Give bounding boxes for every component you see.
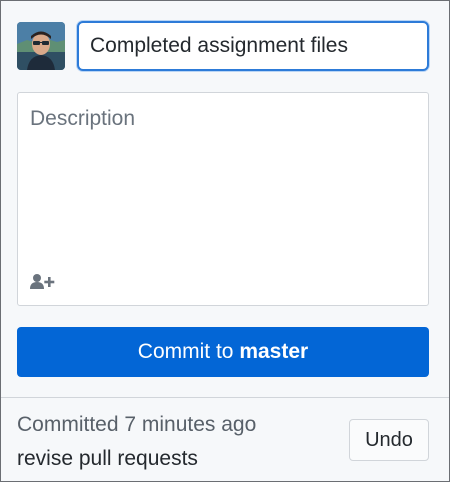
last-commit-status: Committed 7 minutes ago — [17, 413, 257, 436]
commit-summary-input[interactable]: Completed assignment files — [77, 21, 429, 71]
commit-description-field[interactable]: Description — [17, 92, 429, 306]
user-avatar — [17, 22, 65, 70]
last-commit-message: revise pull requests — [17, 447, 198, 470]
undo-button[interactable]: Undo — [349, 419, 429, 461]
commit-branch-name: master — [239, 340, 309, 363]
add-coauthor-icon[interactable] — [30, 273, 56, 291]
description-placeholder: Description — [30, 107, 136, 130]
commit-form: Completed assignment files Description C… — [1, 1, 449, 397]
avatar-image — [17, 22, 65, 70]
commit-summary-text: Completed assignment files — [90, 34, 348, 57]
commit-button[interactable]: Commit to master — [17, 327, 429, 377]
last-commit-section: Committed 7 minutes ago revise pull requ… — [1, 398, 449, 481]
commit-panel: Completed assignment files Description C… — [0, 0, 450, 482]
commit-button-label: Commit to — [137, 340, 240, 363]
